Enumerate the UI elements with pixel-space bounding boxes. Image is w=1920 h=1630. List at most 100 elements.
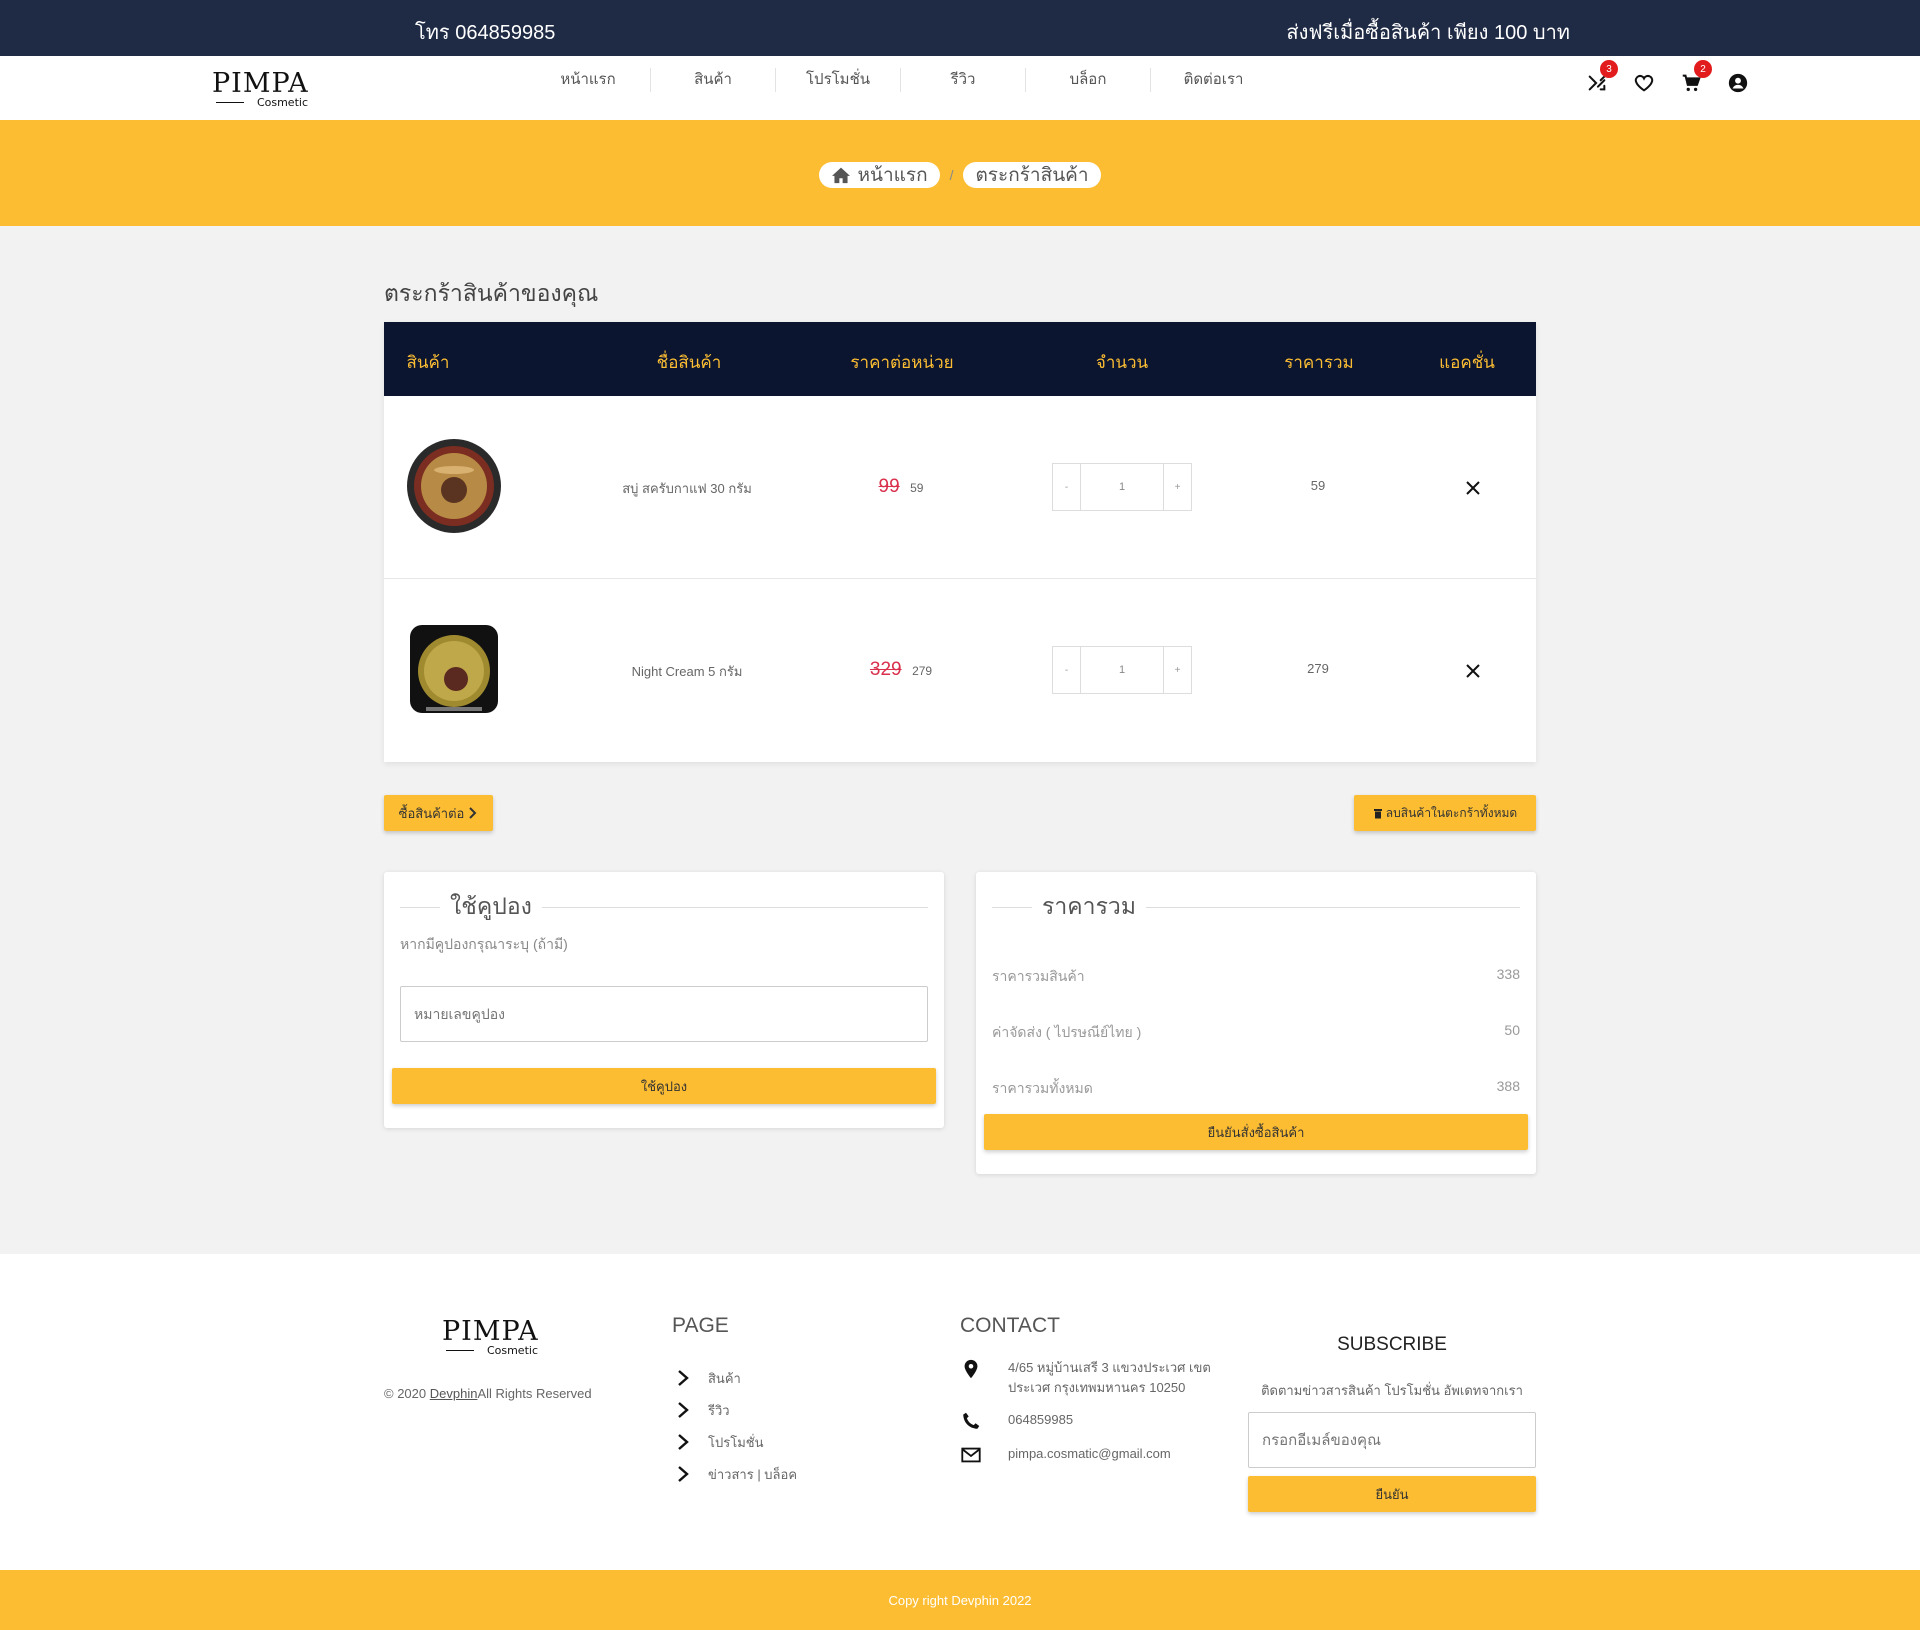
address-text: 4/65 หมู่บ้านเสรี 3 แขวงประเวศ เขตประเวศ… bbox=[1008, 1360, 1211, 1395]
logo-line bbox=[216, 102, 244, 103]
summary-legend: ราคารวม bbox=[992, 892, 1520, 922]
continue-shopping-button[interactable]: ซื้อสินค้าต่อ bbox=[384, 795, 493, 831]
remove-item-button[interactable] bbox=[1460, 475, 1486, 501]
subscribe-title: SUBSCRIBE bbox=[1337, 1334, 1447, 1355]
cart-table-header: สินค้า ชื่อสินค้า ราคาต่อหน่วย จำนวน ราค… bbox=[384, 322, 1536, 396]
main-nav: หน้าแรก สินค้า โปรโมชั่น รีวิว บล็อก ติด… bbox=[526, 68, 1276, 92]
remove-item-button[interactable] bbox=[1460, 658, 1486, 684]
product-name[interactable]: สบู่ สครับกาแฟ 30 กรัม bbox=[622, 478, 752, 499]
grand-total-label: ราคารวมทั้งหมด bbox=[992, 1080, 1093, 1096]
copyright-link[interactable]: Devphin bbox=[430, 1386, 478, 1401]
footer-logo[interactable]: PIMPA Cosmetic bbox=[442, 1318, 538, 1358]
product-name[interactable]: Night Cream 5 กรัม bbox=[632, 661, 743, 682]
chevron-right-icon bbox=[678, 1370, 689, 1386]
email-text[interactable]: pimpa.cosmatic@gmail.com bbox=[1008, 1444, 1171, 1466]
navbar: PIMPA Cosmetic หน้าแรก สินค้า โปรโมชั่น … bbox=[0, 56, 1920, 120]
footer-link-news-blog[interactable]: ข่าวสาร | บล็อค bbox=[672, 1458, 797, 1490]
grand-total-value: 388 bbox=[1496, 1078, 1520, 1094]
apply-coupon-button[interactable]: ใช้คูปอง bbox=[392, 1068, 936, 1104]
clear-cart-button[interactable]: ลบสินค้าในตะกร้าทั้งหมด bbox=[1354, 795, 1536, 831]
logo[interactable]: PIMPA Cosmetic bbox=[212, 70, 308, 110]
breadcrumb-separator: / bbox=[949, 167, 954, 183]
breadcrumb-current: ตระกร้าสินค้า bbox=[963, 162, 1101, 188]
footer-link-promotions[interactable]: โปรโมชั่น bbox=[672, 1426, 797, 1458]
location-icon bbox=[964, 1359, 978, 1379]
old-price: 329 bbox=[869, 659, 902, 680]
qty-decrease-button[interactable]: - bbox=[1053, 647, 1081, 693]
cart-button[interactable]: 2 bbox=[1678, 60, 1712, 96]
qty-decrease-button[interactable]: - bbox=[1053, 464, 1081, 510]
account-button[interactable] bbox=[1725, 70, 1751, 96]
footer-link-reviews[interactable]: รีวิว bbox=[672, 1394, 797, 1426]
footer-link-label: รีวิว bbox=[708, 1402, 730, 1418]
coupon-hint: หากมีคูปองกรุณาระบุ (ถ้ามี) bbox=[400, 936, 568, 952]
chevron-right-icon bbox=[678, 1434, 689, 1450]
compare-button[interactable]: 3 bbox=[1584, 60, 1618, 96]
qty-value[interactable]: 1 bbox=[1081, 464, 1163, 510]
legend-line bbox=[400, 906, 440, 908]
copyright-suffix: All Rights Reserved bbox=[477, 1386, 592, 1401]
subtotal-value: 338 bbox=[1496, 966, 1520, 982]
contact-email: pimpa.cosmatic@gmail.com bbox=[960, 1444, 1250, 1466]
qty-increase-button[interactable]: + bbox=[1163, 647, 1191, 693]
sale-price: 279 bbox=[912, 664, 933, 678]
nav-products[interactable]: สินค้า bbox=[651, 68, 776, 92]
clear-cart-label: ลบสินค้าในตะกร้าทั้งหมด bbox=[1385, 805, 1518, 820]
header-unit-price: ราคาต่อหน่วย bbox=[850, 353, 954, 372]
contact-phone: 064859985 bbox=[960, 1410, 1250, 1432]
header-name: ชื่อสินค้า bbox=[656, 353, 722, 372]
confirm-order-button[interactable]: ยืนยันสั่งซื้อสินค้า bbox=[984, 1114, 1528, 1150]
breadcrumb-home-label: หน้าแรก bbox=[857, 165, 928, 186]
row-total: 279 bbox=[1307, 661, 1329, 676]
quantity-stepper: - 1 + bbox=[1052, 646, 1192, 694]
sale-price: 59 bbox=[910, 481, 924, 495]
close-icon bbox=[1466, 481, 1480, 495]
breadcrumb-home[interactable]: หน้าแรก bbox=[819, 162, 940, 188]
logo-text: PIMPA bbox=[442, 1316, 539, 1347]
nav-promotions[interactable]: โปรโมชั่น bbox=[776, 68, 901, 92]
cart-table: สินค้า ชื่อสินค้า ราคาต่อหน่วย จำนวน ราค… bbox=[384, 322, 1536, 762]
footer-page-links: สินค้า รีวิว โปรโมชั่น ข่าวสาร | บล็อค bbox=[672, 1362, 797, 1490]
shipping-row: ค่าจัดส่ง ( ไปรษณีย์ไทย ) 50 bbox=[992, 1022, 1520, 1044]
bottom-copyright: Copy right Devphin 2022 bbox=[888, 1592, 1032, 1608]
trash-icon bbox=[1373, 808, 1382, 818]
chevron-right-icon bbox=[678, 1466, 689, 1482]
row-total: 59 bbox=[1310, 478, 1326, 493]
copyright-prefix: © 2020 bbox=[384, 1386, 430, 1401]
unit-price: 99 59 bbox=[879, 476, 924, 498]
wishlist-button[interactable] bbox=[1631, 70, 1657, 96]
nav-reviews[interactable]: รีวิว bbox=[901, 68, 1026, 92]
account-icon bbox=[1728, 73, 1748, 93]
mail-icon bbox=[961, 1447, 981, 1463]
logo-subtext: Cosmetic bbox=[486, 1344, 538, 1357]
qty-value[interactable]: 1 bbox=[1081, 647, 1163, 693]
subtotal-label: ราคารวมสินค้า bbox=[992, 968, 1085, 984]
nav-contact[interactable]: ติดต่อเรา bbox=[1151, 68, 1276, 92]
footer-contact: 4/65 หมู่บ้านเสรี 3 แขวงประเวศ เขตประเวศ… bbox=[960, 1358, 1250, 1478]
footer-copyright: © 2020 DevphinAll Rights Reserved bbox=[384, 1386, 592, 1401]
nav-home[interactable]: หน้าแรก bbox=[526, 68, 651, 92]
top-phone: โทร 064859985 bbox=[415, 22, 556, 44]
table-row: สบู่ สครับกาแฟ 30 กรัม 99 59 - 1 + 59 bbox=[384, 396, 1536, 579]
phone-icon bbox=[963, 1412, 980, 1429]
compare-count-badge: 3 bbox=[1600, 60, 1618, 78]
footer-link-label: โปรโมชั่น bbox=[708, 1434, 764, 1450]
nav-blog[interactable]: บล็อก bbox=[1026, 68, 1151, 92]
subscribe-email-input[interactable] bbox=[1248, 1412, 1536, 1468]
footer-link-products[interactable]: สินค้า bbox=[672, 1362, 797, 1394]
chevron-right-icon bbox=[469, 807, 477, 819]
nav-icons: 3 2 bbox=[1584, 60, 1751, 96]
phone-text[interactable]: 064859985 bbox=[1008, 1410, 1073, 1432]
old-price: 99 bbox=[878, 476, 900, 497]
subscribe-button[interactable]: ยืนยัน bbox=[1248, 1476, 1536, 1512]
legend-line bbox=[992, 906, 1032, 908]
shipping-label: ค่าจัดส่ง ( ไปรษณีย์ไทย ) bbox=[992, 1024, 1142, 1040]
shipping-value: 50 bbox=[1504, 1022, 1520, 1038]
header-action: แอคชั่น bbox=[1439, 353, 1495, 372]
coupon-input[interactable] bbox=[400, 986, 928, 1042]
footer-link-label: ข่าวสาร | บล็อค bbox=[708, 1466, 798, 1482]
logo-subtext: Cosmetic bbox=[256, 96, 308, 109]
qty-increase-button[interactable]: + bbox=[1163, 464, 1191, 510]
logo-text: PIMPA bbox=[212, 68, 309, 99]
coupon-title: ใช้คูปอง bbox=[450, 893, 532, 919]
